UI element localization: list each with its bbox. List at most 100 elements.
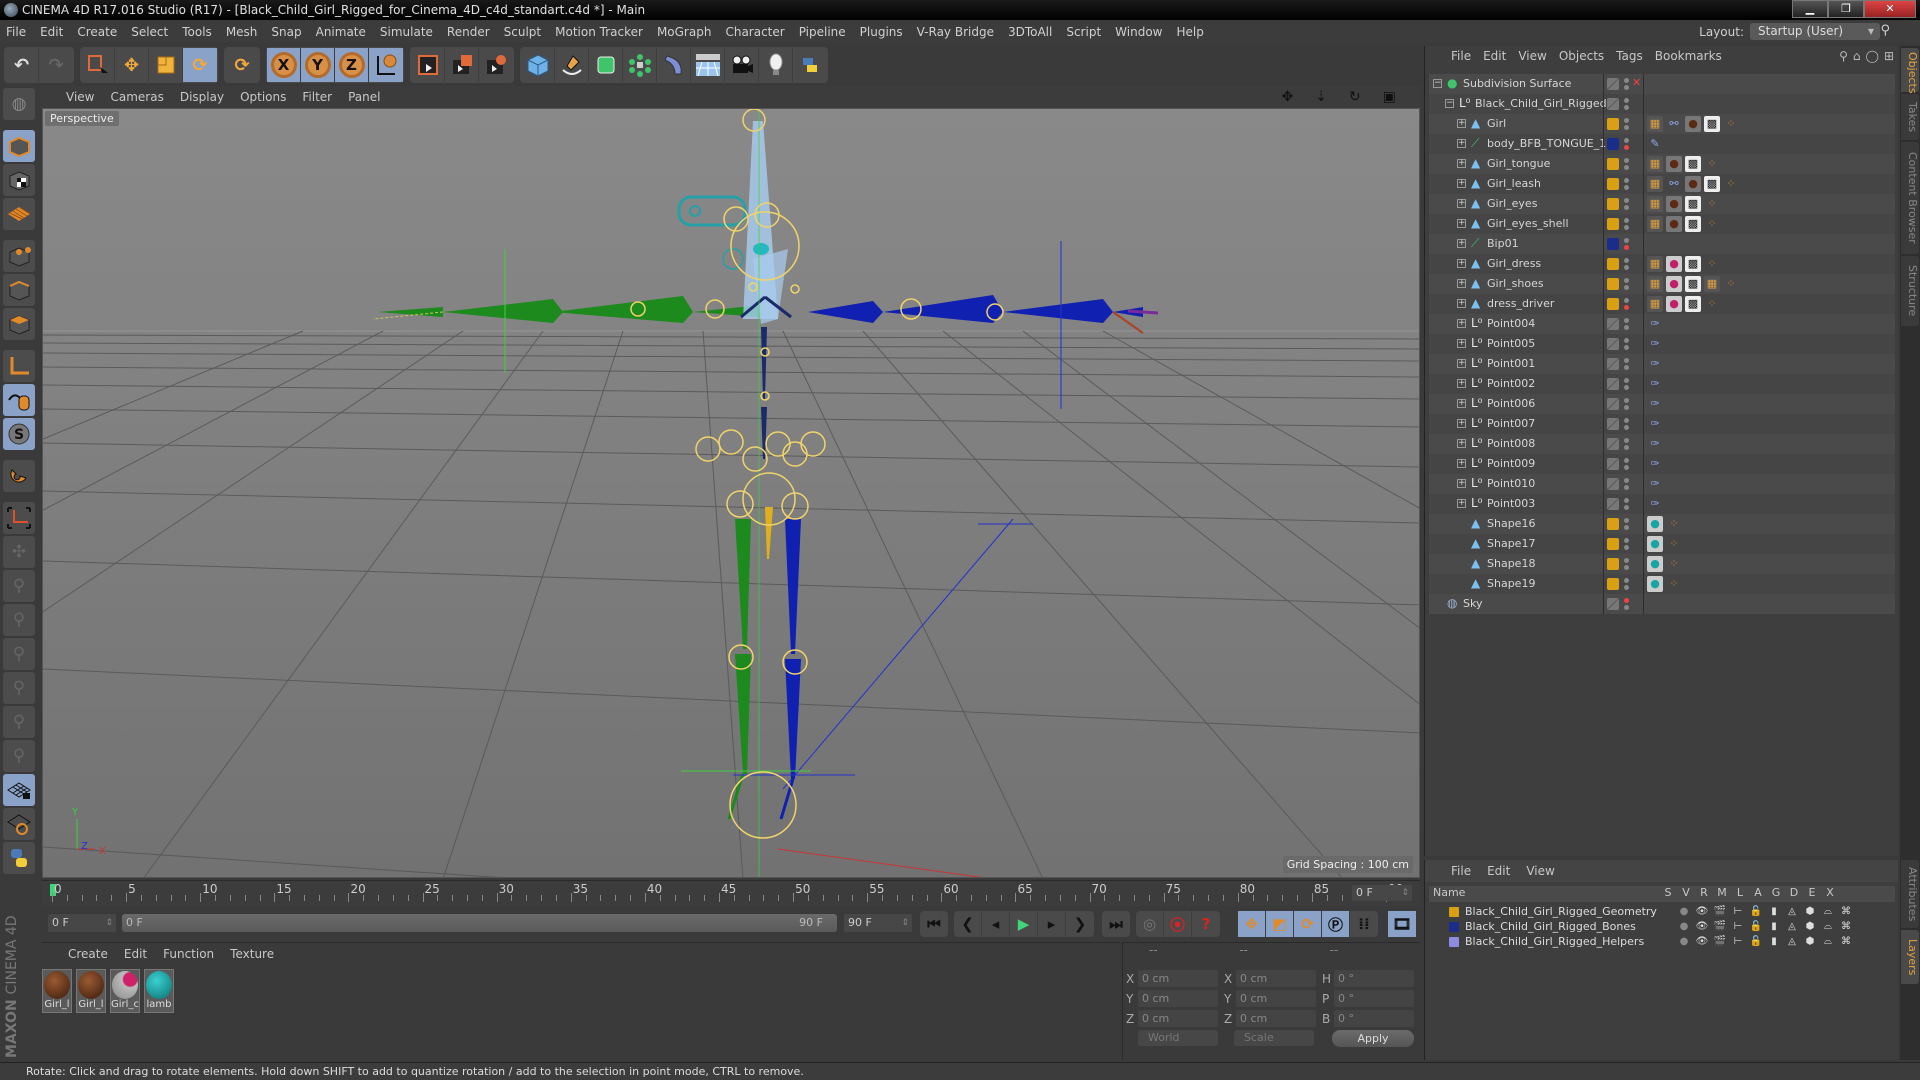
constraint-tag-icon[interactable]: ✑ <box>1647 496 1663 512</box>
model-mode-icon[interactable] <box>3 130 35 162</box>
viewport-menu-cameras[interactable]: Cameras <box>110 90 163 104</box>
expressions-toggle-icon[interactable]: ⌓ <box>1819 921 1837 932</box>
play-button[interactable]: ▶ <box>1010 911 1038 937</box>
visibility-dots[interactable] <box>1624 396 1630 412</box>
object-name[interactable]: Girl_eyes <box>1487 197 1537 210</box>
constraint-tag-icon[interactable]: ✑ <box>1647 396 1663 412</box>
solo-icon[interactable]: S <box>3 418 35 450</box>
planar-workplane-icon[interactable]: ⚲ <box>3 604 35 636</box>
no-layer-icon[interactable] <box>1607 498 1619 510</box>
object-row[interactable]: + L⁰ Point004 ✑ <box>1429 314 1895 334</box>
edges-mode-icon[interactable] <box>3 274 35 306</box>
render-view-icon[interactable] <box>411 48 445 82</box>
object-name[interactable]: body_BFB_TONGUE_1 <box>1487 137 1606 150</box>
selection-tag-icon[interactable]: ⁘ <box>1704 216 1720 232</box>
no-layer-icon[interactable] <box>1607 598 1619 610</box>
generators-toggle-icon[interactable]: ◬ <box>1783 906 1801 917</box>
uvw-tag-icon[interactable]: ▩ <box>1704 116 1720 132</box>
no-layer-icon[interactable] <box>1607 318 1619 330</box>
selection-tag-icon[interactable]: ⁘ <box>1704 256 1720 272</box>
visibility-dots[interactable] <box>1624 556 1630 572</box>
end-frame-field[interactable]: 90 F <box>844 914 912 932</box>
constraint-tag-icon[interactable]: ✑ <box>1647 476 1663 492</box>
material-tag-icon[interactable]: ● <box>1647 576 1663 592</box>
menu-snap[interactable]: Snap <box>271 25 301 39</box>
object-name[interactable]: Shape18 <box>1487 557 1535 570</box>
axis-mode-icon[interactable] <box>3 350 35 382</box>
menu-animate[interactable]: Animate <box>316 25 366 39</box>
object-row[interactable]: + ▲ dress_driver ▦ ● ▩ ⁘ <box>1429 294 1895 314</box>
selection-tag-icon[interactable]: ⁘ <box>1723 116 1739 132</box>
visibility-dots[interactable] <box>1624 336 1630 352</box>
object-menu-tags[interactable]: Tags <box>1616 49 1643 63</box>
polygons-mode-icon[interactable] <box>3 308 35 340</box>
visibility-dots[interactable] <box>1624 176 1630 192</box>
layer-color-chip[interactable] <box>1607 118 1619 130</box>
menu-pipeline[interactable]: Pipeline <box>799 25 846 39</box>
material-tag-icon[interactable]: ● <box>1666 276 1682 292</box>
render-toggle-icon[interactable]: 🎬 <box>1711 921 1729 932</box>
layer-col-render[interactable]: R <box>1695 886 1713 902</box>
expand-icon[interactable]: + <box>1457 299 1466 308</box>
object-row[interactable]: − ● Subdivision Surface ✕ <box>1429 74 1895 94</box>
object-row[interactable]: + ▲ Girl_eyes_shell ▦ ● ▩ ⁘ <box>1429 214 1895 234</box>
lock-toggle-icon[interactable]: 🔓 <box>1747 906 1765 917</box>
world-coordinate-icon[interactable] <box>369 48 403 82</box>
object-row[interactable]: + ▲ Girl_tongue ▦ ● ▩ ⁘ <box>1429 154 1895 174</box>
menu-motion-tracker[interactable]: Motion Tracker <box>555 25 643 39</box>
tweak-mode-icon[interactable] <box>3 384 35 416</box>
no-layer-icon[interactable] <box>1607 98 1619 110</box>
material-tag-icon[interactable]: ● <box>1647 516 1663 532</box>
record-help-button[interactable]: ? <box>1192 911 1220 937</box>
position-x-field[interactable]: 0 cm <box>1138 970 1218 987</box>
layer-col-manager[interactable]: M <box>1713 886 1731 902</box>
object-name[interactable]: Shape19 <box>1487 577 1535 590</box>
object-row[interactable]: + ▲ Girl ▦ ⚯ ● ▩ ⁘ <box>1429 114 1895 134</box>
constraint-tag-icon[interactable]: ✑ <box>1647 316 1663 332</box>
visibility-dots[interactable] <box>1624 436 1630 452</box>
selection-tag-icon[interactable]: ⁘ <box>1704 296 1720 312</box>
object-name[interactable]: Point010 <box>1487 477 1535 490</box>
layer-color-chip[interactable] <box>1607 558 1619 570</box>
grid-lock-icon[interactable] <box>3 774 35 806</box>
visibility-dots[interactable] <box>1624 496 1630 512</box>
previous-key-button[interactable]: ❮ <box>954 911 982 937</box>
go-to-end-button[interactable]: ⏭ <box>1102 911 1130 937</box>
visibility-dots[interactable] <box>1624 416 1630 432</box>
visibility-dots[interactable] <box>1624 516 1630 532</box>
material-menu-edit[interactable]: Edit <box>124 947 147 961</box>
object-menu-edit[interactable]: Edit <box>1483 49 1506 63</box>
weight-tag-icon[interactable]: ⚯ <box>1666 116 1682 132</box>
no-layer-icon[interactable] <box>1607 398 1619 410</box>
manager-toggle-icon[interactable]: ⊢ <box>1729 936 1747 947</box>
manager-toggle-icon[interactable]: ⊢ <box>1729 921 1747 932</box>
object-row[interactable]: + L⁰ Point005 ✑ <box>1429 334 1895 354</box>
close-button[interactable]: ✕ <box>1864 0 1916 18</box>
expand-icon[interactable]: + <box>1457 339 1466 348</box>
expand-icon[interactable]: + <box>1457 359 1466 368</box>
expand-icon[interactable]: + <box>1457 239 1466 248</box>
workplane-mode-icon[interactable] <box>3 198 35 230</box>
expand-icon[interactable]: + <box>1457 119 1466 128</box>
no-layer-icon[interactable] <box>1607 438 1619 450</box>
viewport-menu-display[interactable]: Display <box>180 90 224 104</box>
object-name[interactable]: Black_Child_Girl_Rigged <box>1475 97 1607 110</box>
collapse-icon[interactable]: − <box>1445 99 1454 108</box>
workplane-icon[interactable] <box>3 502 35 534</box>
transform-mode-dropdown[interactable]: Scale <box>1234 1030 1314 1046</box>
menu-character[interactable]: Character <box>725 25 784 39</box>
scale-icon[interactable] <box>149 48 183 82</box>
object-name[interactable]: Point004 <box>1487 317 1535 330</box>
layer-color-chip[interactable] <box>1607 518 1619 530</box>
visibility-dots[interactable] <box>1624 316 1630 332</box>
visibility-dots[interactable] <box>1624 116 1630 132</box>
object-row[interactable]: ▲ Shape17 ● ⁘ <box>1429 534 1895 554</box>
light-icon[interactable] <box>759 48 793 82</box>
points-mode-icon[interactable] <box>3 240 35 272</box>
visibility-dots[interactable] <box>1624 96 1630 112</box>
layer-color-chip[interactable] <box>1607 238 1619 250</box>
selection-tag-icon[interactable]: ⁘ <box>1666 556 1682 572</box>
expand-icon[interactable]: + <box>1457 179 1466 188</box>
key-rotation-button[interactable]: ⟳ <box>1294 911 1322 937</box>
layer-col-locked[interactable]: L <box>1731 886 1749 902</box>
